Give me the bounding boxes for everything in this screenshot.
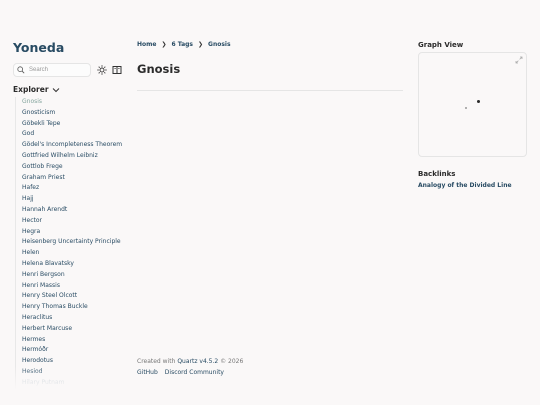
backlinks-title: Backlinks: [418, 170, 456, 178]
explorer-item[interactable]: Gödel's Incompleteness Theorem: [16, 140, 133, 151]
explorer-item[interactable]: Hannah Arendt: [16, 205, 133, 216]
expand-icon[interactable]: [515, 56, 523, 64]
chevron-down-icon: [52, 87, 59, 92]
explorer-item[interactable]: Graham Priest: [16, 173, 133, 184]
graph-view[interactable]: [418, 52, 527, 157]
explorer-item[interactable]: Hermóðr: [16, 345, 133, 356]
explorer-item[interactable]: Hesiod: [16, 367, 133, 378]
explorer-item[interactable]: Henry Steel Olcott: [16, 291, 133, 302]
page-title: Gnosis: [137, 62, 181, 76]
content-divider: [137, 90, 403, 91]
explorer-item[interactable]: Hermes: [16, 335, 133, 346]
explorer-item[interactable]: Helena Blavatsky: [16, 259, 133, 270]
graph-node-current[interactable]: [477, 100, 480, 103]
explorer-item[interactable]: Gottlob Frege: [16, 162, 133, 173]
graph-node[interactable]: [465, 107, 467, 109]
search-placeholder: Search: [29, 67, 49, 73]
breadcrumb: Home ❯ 6 Tags ❯ Gnosis: [137, 41, 231, 48]
breadcrumb-tags[interactable]: 6 Tags: [172, 41, 194, 48]
explorer-item[interactable]: Heisenberg Uncertainty Principle: [16, 237, 133, 248]
footer-year: © 2026: [220, 358, 244, 365]
explorer-item[interactable]: Henry Thomas Buckle: [16, 302, 133, 313]
footer-quartz-link[interactable]: Quartz v4.5.2: [177, 358, 218, 365]
footer-link-discord[interactable]: Discord Community: [165, 369, 224, 376]
explorer-item[interactable]: Herodotus: [16, 356, 133, 367]
explorer-item[interactable]: Hajj: [16, 194, 133, 205]
explorer-item[interactable]: Hafez: [16, 183, 133, 194]
search-icon: [17, 66, 25, 74]
breadcrumb-current[interactable]: Gnosis: [208, 41, 231, 48]
explorer-item[interactable]: Hegra: [16, 227, 133, 238]
footer-created-prefix: Created with: [137, 358, 176, 365]
explorer-item[interactable]: Helen: [16, 248, 133, 259]
footer-links: GitHub Discord Community: [137, 369, 224, 376]
explorer-list: Gnosis Gnosticism Göbekli Tepe God Gödel…: [15, 97, 133, 389]
footer-link-github[interactable]: GitHub: [137, 369, 158, 376]
sun-icon[interactable]: [97, 65, 107, 75]
breadcrumb-separator: ❯: [161, 41, 167, 48]
search-input[interactable]: Search: [13, 63, 91, 77]
explorer-item[interactable]: Herbert Marcuse: [16, 324, 133, 335]
explorer-item-gnosis[interactable]: Gnosis: [16, 97, 133, 108]
backlink-item[interactable]: Analogy of the Divided Line: [418, 182, 512, 189]
explorer-item[interactable]: Gnosticism: [16, 108, 133, 119]
graph-view-title: Graph View: [418, 41, 464, 49]
explorer-label: Explorer: [13, 85, 49, 94]
breadcrumb-home[interactable]: Home: [137, 41, 156, 48]
breadcrumb-separator: ❯: [198, 41, 204, 48]
explorer-item[interactable]: Henri Massis: [16, 281, 133, 292]
explorer-item[interactable]: Henri Bergson: [16, 270, 133, 281]
explorer-item[interactable]: Hilary Putnam: [16, 378, 133, 389]
explorer-item[interactable]: Hector: [16, 216, 133, 227]
footer-credit: Created with Quartz v4.5.2 © 2026: [137, 358, 243, 365]
explorer-item[interactable]: God: [16, 129, 133, 140]
explorer-item[interactable]: Heraclitus: [16, 313, 133, 324]
explorer-item[interactable]: Göbekli Tepe: [16, 119, 133, 130]
book-icon[interactable]: [112, 65, 122, 75]
explorer-item[interactable]: Gottfried Wilhelm Leibniz: [16, 151, 133, 162]
explorer-toggle[interactable]: Explorer: [13, 85, 60, 94]
site-title[interactable]: Yoneda: [13, 40, 64, 55]
